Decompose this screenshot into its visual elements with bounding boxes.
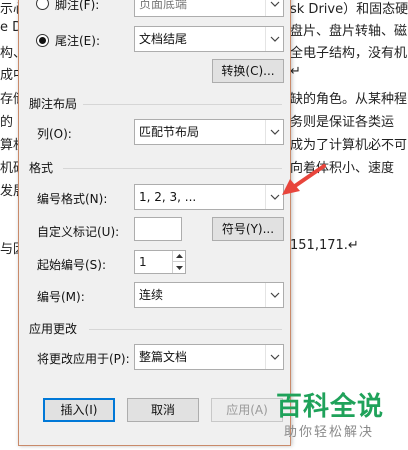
start-at-label: 起始编号(S): [37,258,107,272]
custom-mark-input[interactable] [134,217,182,241]
spin-down-icon[interactable] [173,262,185,273]
footnote-position-select[interactable]: 页面底端 [134,0,284,17]
columns-select[interactable]: 匹配节布局 [134,119,284,145]
section-divider [83,104,282,105]
symbol-button[interactable]: 符号(Y)... [212,217,284,241]
doc-line: 盘片、盘片转轴、磁 [290,24,408,39]
watermark-subtitle: 助你轻松解决 [284,425,375,440]
apply-button[interactable]: 应用(A) [211,398,283,422]
spin-up-icon[interactable] [173,251,185,262]
apply-to-value: 整篇文档 [139,350,188,364]
columns-value: 匹配节布局 [139,125,200,139]
number-format-value: 1, 2, 3, ... [139,190,197,204]
annotation-arrow-icon [282,164,326,195]
doc-fragment: 示心 [0,2,20,17]
insert-button[interactable]: 插入(I) [43,398,115,422]
numbering-select[interactable]: 连续 [134,282,284,308]
doc-line: ↵ [290,64,301,79]
footnote-position-value: 页面底端 [139,0,188,11]
numbering-value: 连续 [139,288,164,302]
chevron-down-icon [265,120,283,144]
custom-mark-label: 自定义标记(U): [37,225,120,239]
doc-fragment: 存储 [0,92,20,107]
endnote-label: 尾注(E): [55,34,100,48]
doc-fragment: 机硬 [0,161,20,176]
endnote-position-value: 文档结尾 [139,32,188,46]
footnote-layout-section-title: 脚注布局 [29,97,78,111]
doc-fragment: 算机 [0,138,20,153]
doc-fragment: 成中 [0,68,20,83]
numbering-label: 编号(M): [37,290,85,304]
section-divider [89,329,282,330]
doc-line: 全电子结构，没有机 [290,46,408,61]
endnote-position-select[interactable]: 文档结尾 [134,26,284,52]
footnote-radio[interactable] [36,0,49,10]
doc-line: 缺的角色。从某种程 [290,92,408,107]
footnote-endnote-dialog: 脚注(F): 页面底端 尾注(E): 文档结尾 转换(C)... 脚注布局 列(… [18,0,291,446]
apply-to-label: 将更改应用于(P): [37,352,130,366]
start-at-value: 1 [139,255,147,269]
doc-fragment: 的 [0,115,14,130]
chevron-down-icon [265,27,283,51]
apply-to-select[interactable]: 整篇文档 [134,344,284,370]
doc-fragment: 构、 [0,46,20,61]
apply-changes-section-title: 应用更改 [29,322,78,336]
chevron-down-icon [265,283,283,307]
doc-fragment: 发展 [0,184,20,199]
doc-line: 成为了计算机必不可 [290,138,408,153]
start-at-spinner[interactable]: 1 [134,250,186,274]
convert-button[interactable]: 转换(C)... [212,59,284,83]
watermark-logo: 百科全说 助你轻松解决 [276,386,384,440]
format-section-title: 格式 [29,161,54,175]
doc-line: sk Drive）和固态硬 [290,2,408,17]
doc-fragment: 与因 [0,242,20,257]
section-divider [63,168,282,169]
radio-selected-dot [39,37,46,44]
footnote-label: 脚注(F): [55,0,100,12]
cancel-button[interactable]: 取消 [127,398,199,422]
chevron-down-icon [265,345,283,369]
columns-label: 列(O): [37,127,72,141]
chevron-down-icon [265,0,283,16]
watermark-title: 百科全说 [276,392,385,422]
doc-line: 务则是保证各类运 [290,115,395,130]
doc-line: 151,171.↵ [290,238,359,253]
number-format-select[interactable]: 1, 2, 3, ... [134,184,284,210]
doc-fragment: e Dr [0,20,20,35]
number-format-label: 编号格式(N): [37,192,108,206]
endnote-radio[interactable] [36,34,49,47]
